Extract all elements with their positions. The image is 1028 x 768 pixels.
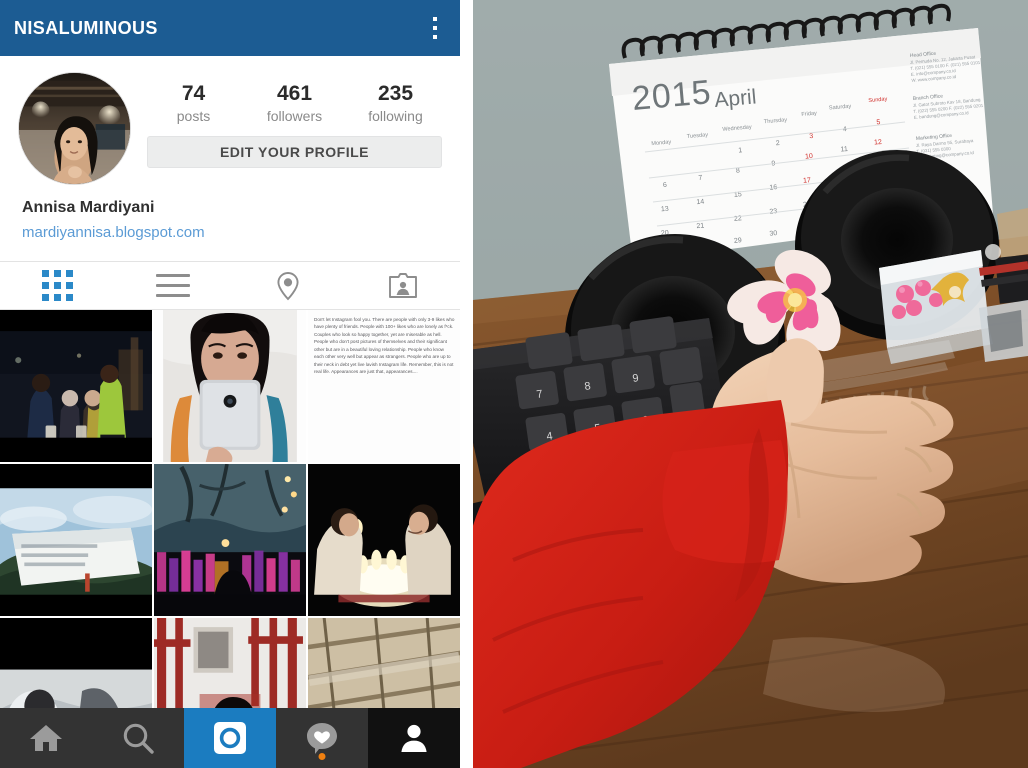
- svg-text:21: 21: [696, 223, 704, 231]
- post-2-image: [154, 310, 306, 462]
- svg-text:30: 30: [769, 230, 777, 238]
- user-avatar-photo: [19, 73, 130, 184]
- grid-post-4[interactable]: [0, 464, 152, 616]
- grid-post-6[interactable]: [308, 464, 460, 616]
- svg-text:3: 3: [809, 133, 814, 140]
- grid-post-3[interactable]: Don't let Instagram fool you. There are …: [308, 310, 460, 462]
- post-1-image: [0, 310, 152, 462]
- post-5-image: [154, 464, 306, 616]
- profile-view-tabs: [0, 261, 460, 310]
- bottom-navigation: [0, 708, 460, 768]
- svg-text:7: 7: [698, 175, 703, 182]
- nav-home[interactable]: [0, 708, 92, 768]
- avatar-wrapper: [18, 72, 133, 185]
- nav-activity[interactable]: [276, 708, 368, 768]
- person-icon: [401, 724, 427, 752]
- svg-text:13: 13: [661, 206, 669, 214]
- svg-text:29: 29: [734, 237, 742, 245]
- avatar[interactable]: [18, 72, 131, 185]
- followers-label: followers: [266, 108, 323, 125]
- profile-stats-column: 74 posts 461 followers 235 following EDI…: [133, 72, 446, 185]
- grid-post-1[interactable]: [0, 310, 152, 462]
- instagram-profile-screen: NISALUMINOUS 74 posts 461 followers 235 …: [0, 0, 460, 768]
- followers-count: 461: [276, 82, 313, 105]
- edit-your-profile-button[interactable]: EDIT YOUR PROFILE: [147, 136, 442, 169]
- profile-header: 74 posts 461 followers 235 following EDI…: [0, 56, 460, 185]
- tab-grid-view[interactable]: [0, 262, 115, 309]
- following-label: following: [368, 108, 423, 125]
- three-dots-vertical-icon[interactable]: [424, 15, 446, 41]
- svg-text:12: 12: [874, 139, 882, 147]
- heart-bubble-icon: [307, 723, 337, 754]
- svg-text:2: 2: [776, 140, 781, 147]
- profile-website-link[interactable]: mardiyannisa.blogspot.com: [22, 224, 442, 241]
- posts-count: 74: [181, 82, 206, 105]
- app-bar: NISALUMINOUS: [0, 0, 460, 56]
- nav-search[interactable]: [92, 708, 184, 768]
- following-count: 235: [377, 82, 414, 105]
- posts-label: posts: [176, 108, 211, 125]
- photo-tag-icon: [388, 272, 417, 298]
- tab-map-view[interactable]: [230, 262, 345, 309]
- post-6-image: [308, 464, 460, 616]
- grid-post-2[interactable]: [154, 310, 306, 462]
- tab-photos-of-you[interactable]: [345, 262, 460, 309]
- nav-camera[interactable]: [184, 708, 276, 768]
- stat-following[interactable]: 235 following: [345, 72, 446, 124]
- post-3-text: Don't let Instagram fool you. There are …: [308, 310, 460, 462]
- screenshot-root: NISALUMINOUS 74 posts 461 followers 235 …: [0, 0, 1028, 768]
- svg-text:8: 8: [736, 167, 741, 174]
- stat-posts[interactable]: 74 posts: [143, 72, 244, 124]
- desk-photo: 2015 April Monday Tuesday Wednesday Thursd…: [473, 0, 1028, 768]
- camera-icon: [214, 722, 246, 754]
- home-icon: [30, 725, 62, 751]
- stat-followers[interactable]: 461 followers: [244, 72, 345, 124]
- svg-text:11: 11: [840, 146, 848, 154]
- post-4-image: [0, 464, 152, 616]
- nav-profile[interactable]: [368, 708, 460, 768]
- tab-list-view[interactable]: [115, 262, 230, 309]
- search-icon: [123, 723, 154, 754]
- profile-display-name: Annisa Mardiyani: [22, 199, 155, 216]
- svg-text:April: April: [713, 85, 757, 112]
- location-pin-icon: [276, 271, 299, 300]
- grid-post-5[interactable]: [154, 464, 306, 616]
- svg-text:1: 1: [738, 147, 743, 154]
- svg-text:4: 4: [843, 126, 848, 133]
- profile-bio: Annisa Mardiyani mardiyannisa.blogspot.c…: [0, 185, 460, 241]
- post-grid: Don't let Instagram fool you. There are …: [0, 310, 460, 768]
- profile-stats: 74 posts 461 followers 235 following: [143, 72, 446, 124]
- svg-text:6: 6: [663, 182, 668, 189]
- desk-photo-image: 2015 April MondayTuesday WednesdayThursd…: [473, 0, 1028, 768]
- svg-text:14: 14: [696, 199, 704, 207]
- app-title: NISALUMINOUS: [14, 17, 158, 38]
- activity-badge-dot: [318, 753, 326, 760]
- svg-text:2015: 2015: [630, 73, 713, 118]
- grid-icon: [42, 270, 73, 301]
- list-icon: [155, 274, 190, 297]
